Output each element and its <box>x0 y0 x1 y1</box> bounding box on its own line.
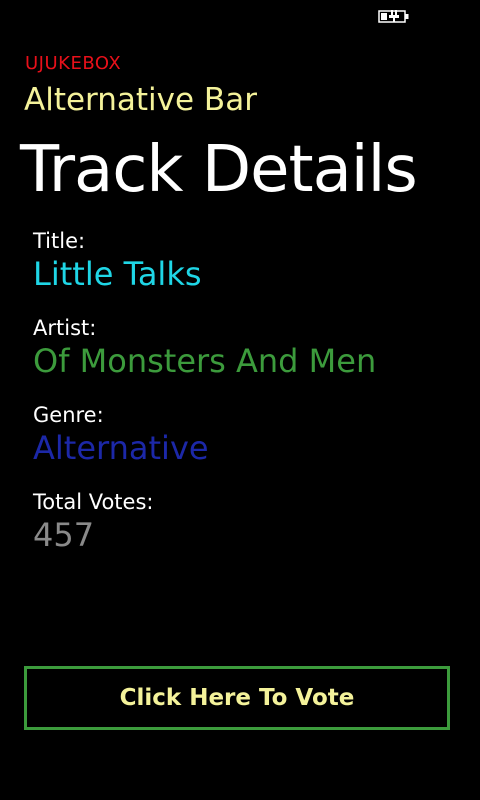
track-genre-value: Alternative <box>33 429 209 467</box>
page-title: Track Details <box>20 133 418 207</box>
app-name: UJUKEBOX <box>25 53 122 74</box>
track-title-field: Title: Little Talks <box>33 228 202 294</box>
track-title-label: Title: <box>33 229 86 253</box>
track-artist-label: Artist: <box>33 316 97 340</box>
total-votes-value: 457 <box>33 516 95 554</box>
total-votes-label: Total Votes: <box>33 490 154 514</box>
track-genre-label: Genre: <box>33 403 104 427</box>
total-votes-field: Total Votes: 457 <box>33 489 153 555</box>
vote-button[interactable]: Click Here To Vote <box>24 666 450 730</box>
track-artist-field: Artist: Of Monsters And Men <box>33 315 376 381</box>
venue-name: Alternative Bar <box>24 82 257 118</box>
track-genre-field: Genre: Alternative <box>33 402 209 468</box>
status-bar <box>0 0 480 32</box>
battery-charging-icon <box>378 10 409 23</box>
track-title-value: Little Talks <box>33 255 202 293</box>
track-artist-value: Of Monsters And Men <box>33 342 377 380</box>
